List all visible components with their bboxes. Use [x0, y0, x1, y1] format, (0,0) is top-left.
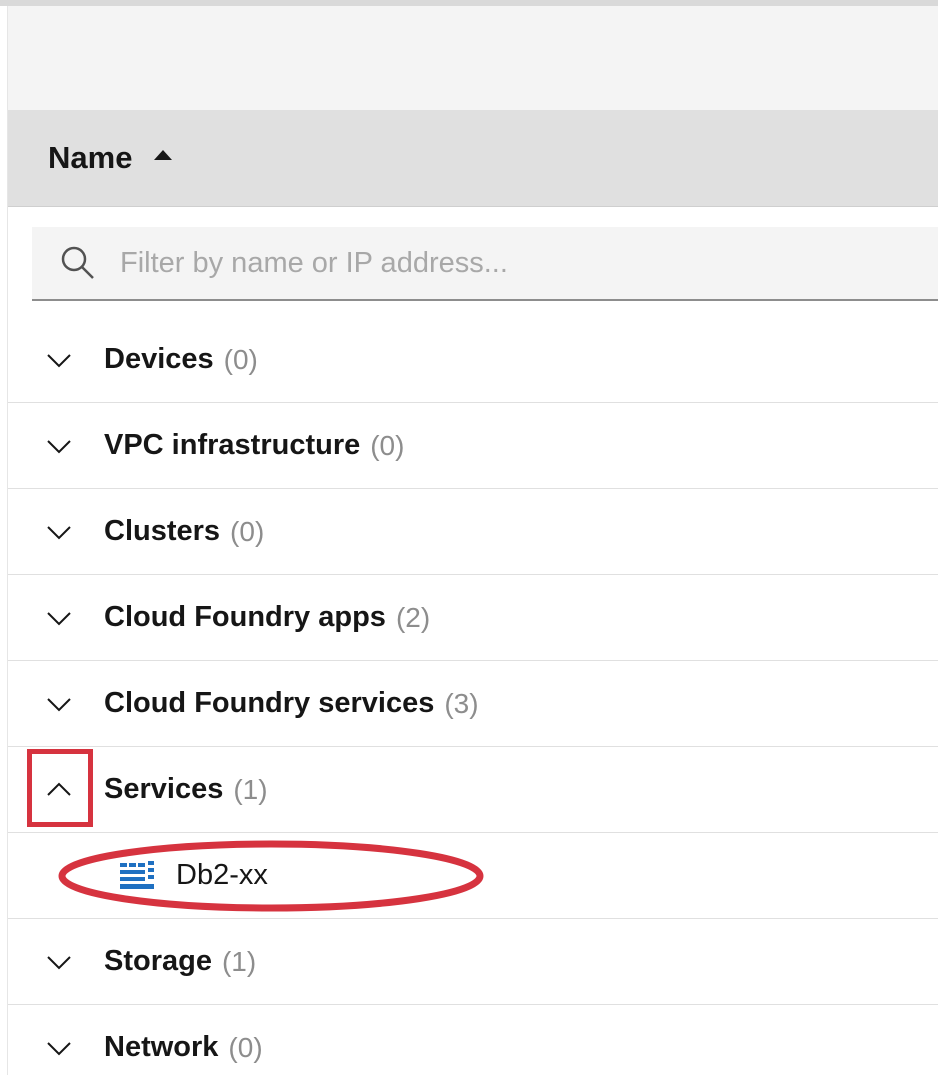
resource-row-db2[interactable]: Db2-xx [8, 833, 938, 919]
group-row-devices[interactable]: Devices (0) [8, 317, 938, 403]
left-divider [0, 6, 8, 1075]
chevron-down-icon[interactable] [44, 603, 74, 633]
group-label: Cloud Foundry apps [104, 601, 386, 633]
chevron-down-icon[interactable] [44, 431, 74, 461]
search-input[interactable] [118, 245, 882, 281]
annotation-highlight-box [27, 749, 93, 827]
name-column-label: Name [48, 140, 133, 175]
toolbar-area [8, 6, 938, 110]
chevron-down-icon[interactable] [44, 517, 74, 547]
annotation-ellipse [58, 840, 484, 912]
chevron-down-icon[interactable] [44, 689, 74, 719]
group-count: (0) [223, 343, 258, 375]
group-label: Devices [104, 343, 214, 375]
chevron-down-icon[interactable] [44, 947, 74, 977]
name-column-header[interactable]: Name [8, 110, 938, 207]
chevron-down-icon[interactable] [44, 345, 74, 375]
group-row-storage[interactable]: Storage (1) [8, 919, 938, 1005]
group-count: (0) [230, 515, 265, 547]
group-label: VPC infrastructure [104, 429, 361, 461]
group-row-services[interactable]: Services (1) [8, 747, 938, 833]
group-count: (2) [395, 601, 431, 633]
group-row-clusters[interactable]: Clusters (0) [8, 489, 938, 575]
group-label: Services [104, 773, 224, 805]
group-row-cloud-foundry-apps[interactable]: Cloud Foundry apps (2) [8, 575, 938, 661]
group-count: (3) [444, 687, 479, 719]
search-field[interactable] [32, 227, 938, 301]
chevron-down-icon[interactable] [44, 1033, 74, 1063]
resource-table: Name Devices (0) VPC infrastructure (0) [8, 110, 938, 1075]
group-row-vpc-infrastructure[interactable]: VPC infrastructure (0) [8, 403, 938, 489]
sort-ascending-icon[interactable] [154, 150, 173, 160]
search-container [8, 207, 938, 317]
search-icon [61, 246, 94, 279]
group-count: (1) [233, 773, 268, 805]
group-label: Storage [104, 945, 212, 977]
group-count: (1) [221, 945, 257, 977]
group-label: Clusters [104, 515, 221, 547]
group-label: Network [104, 1031, 219, 1063]
resource-list-frame: Name Devices (0) VPC infrastructure (0) [0, 0, 938, 1075]
group-row-network[interactable]: Network (0) [8, 1005, 938, 1075]
group-label: Cloud Foundry services [104, 687, 435, 719]
group-count: (0) [228, 1031, 263, 1063]
group-row-cloud-foundry-services[interactable]: Cloud Foundry services (3) [8, 661, 938, 747]
group-count: (0) [370, 429, 405, 461]
